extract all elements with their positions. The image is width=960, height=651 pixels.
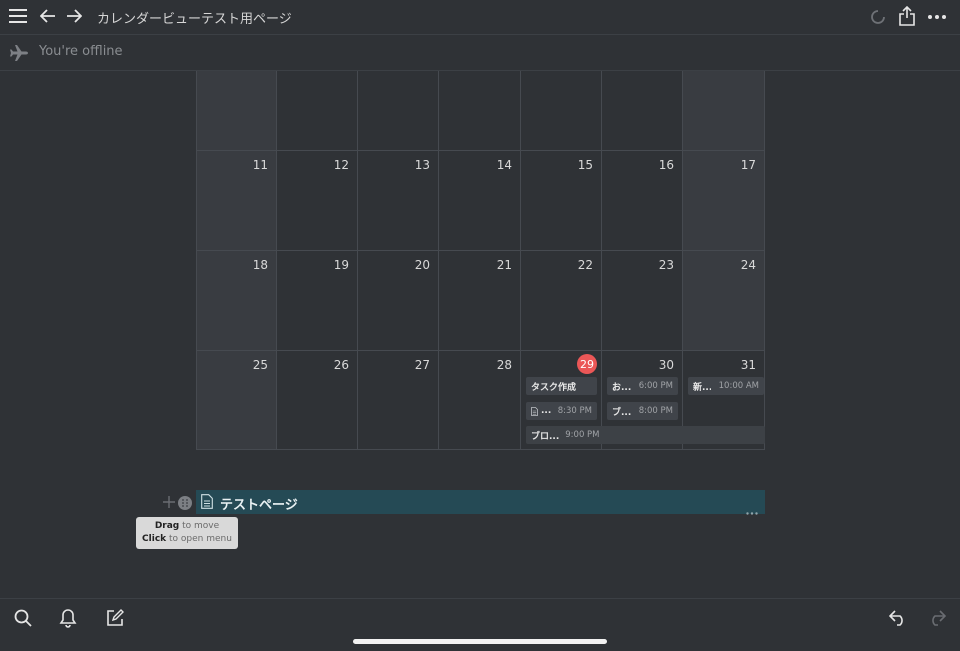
calendar-day-cell[interactable] (439, 71, 521, 151)
page-icon (201, 494, 213, 513)
event-time: 8:30 PM (557, 406, 592, 416)
calendar-day-cell[interactable]: 28 (439, 351, 521, 450)
calendar-day-cell[interactable] (277, 71, 358, 151)
day-number: 15 (577, 158, 593, 172)
calendar-day-cell[interactable] (602, 71, 683, 151)
calendar-event[interactable]: ブ... 8:00 PM (607, 402, 678, 420)
page-title: カレンダービューテスト用ページ (97, 12, 292, 27)
calendar-event[interactable]: 新... 10:00 AM (688, 377, 764, 395)
day-number: 25 (252, 358, 268, 372)
day-number: 30 (658, 358, 674, 372)
event-title: 新... (693, 382, 711, 393)
event-time: 9:00 PM (565, 430, 600, 440)
event-title: ブロ... (531, 431, 560, 442)
today-badge: 29 (577, 354, 597, 374)
compose-icon[interactable] (104, 607, 126, 629)
day-number: 28 (496, 358, 512, 372)
day-number: 12 (333, 158, 349, 172)
calendar-day-cell[interactable]: 21 (439, 251, 521, 351)
calendar-day-cell[interactable]: 12 (277, 151, 358, 251)
day-number: 23 (658, 258, 674, 272)
event-title: タスク作成 (531, 382, 577, 393)
calendar-day-cell[interactable]: 18 (196, 251, 277, 351)
spinner-icon (869, 8, 887, 26)
day-number: 16 (658, 158, 674, 172)
offline-banner: You're offline (0, 35, 960, 71)
hamburger-menu-icon[interactable] (8, 6, 28, 26)
calendar-day-cell[interactable]: 14 (439, 151, 521, 251)
calendar-day-cell[interactable] (196, 71, 277, 151)
home-indicator (353, 639, 607, 644)
calendar-day-cell[interactable]: 11 (196, 151, 277, 251)
day-number: 26 (333, 358, 349, 372)
calendar-day-cell[interactable]: 23 (602, 251, 683, 351)
tooltip-drag-label: Drag (154, 521, 180, 531)
calendar-event[interactable]: タスク作成 (526, 377, 597, 395)
airplane-icon (8, 43, 30, 63)
drag-handle-tooltip: Drag to move Click to open menu (136, 517, 238, 549)
calendar-event[interactable]: お... 6:00 PM (607, 377, 678, 395)
more-horizontal-icon[interactable] (746, 500, 758, 519)
event-time: 6:00 PM (638, 381, 673, 391)
tooltip-click-label: Click (142, 534, 167, 544)
day-number: 13 (414, 158, 430, 172)
page-link-title: テストページ (220, 498, 298, 513)
day-number: 20 (414, 258, 430, 272)
arrow-right-icon[interactable] (64, 6, 84, 26)
event-time: 10:00 AM (718, 381, 759, 391)
redo-icon[interactable] (926, 607, 948, 629)
calendar-day-cell[interactable]: 24 (683, 251, 765, 351)
search-icon[interactable] (12, 607, 34, 629)
day-number: 18 (252, 258, 268, 272)
calendar-day-cell[interactable]: 16 (602, 151, 683, 251)
undo-icon[interactable] (887, 607, 909, 629)
calendar-day-cell[interactable]: 19 (277, 251, 358, 351)
calendar-view: 11 12 13 14 15 16 17 18 19 20 21 22 23 2… (196, 71, 765, 450)
day-number: 21 (496, 258, 512, 272)
calendar-day-cell[interactable]: 25 (196, 351, 277, 450)
day-number: 31 (740, 358, 756, 372)
calendar-day-cell[interactable]: 20 (358, 251, 439, 351)
day-number: 14 (496, 158, 512, 172)
calendar-day-cell[interactable] (521, 71, 602, 151)
calendar-event-multiday[interactable]: ブロ... 9:00 PM (526, 426, 765, 444)
day-number: 24 (740, 258, 756, 272)
share-icon[interactable] (897, 5, 917, 27)
offline-status-text: You're offline (39, 44, 123, 59)
top-bar: カレンダービューテスト用ページ (0, 0, 960, 35)
event-title: ... (541, 406, 552, 416)
tooltip-drag-hint: to move (179, 521, 220, 531)
drag-handle-icon[interactable] (177, 495, 193, 511)
calendar-day-cell[interactable] (683, 71, 765, 151)
calendar-day-cell[interactable] (358, 71, 439, 151)
calendar-event[interactable]: ... 8:30 PM (526, 402, 597, 420)
calendar-day-cell[interactable]: 17 (683, 151, 765, 251)
calendar-day-cell[interactable]: 26 (277, 351, 358, 450)
calendar-day-cell[interactable]: 15 (521, 151, 602, 251)
page-icon (531, 406, 538, 416)
bell-icon[interactable] (57, 607, 79, 629)
day-number: 27 (414, 358, 430, 372)
event-title: お... (612, 382, 632, 393)
plus-icon[interactable] (162, 494, 176, 510)
day-number: 22 (577, 258, 593, 272)
calendar-day-cell[interactable]: 27 (358, 351, 439, 450)
day-number: 19 (333, 258, 349, 272)
more-horizontal-icon[interactable] (926, 8, 948, 26)
day-number: 11 (252, 158, 268, 172)
calendar-day-cell[interactable]: 13 (358, 151, 439, 251)
day-number: 17 (740, 158, 756, 172)
calendar-day-cell[interactable]: 22 (521, 251, 602, 351)
arrow-left-icon[interactable] (38, 6, 58, 26)
tooltip-click-hint: to open menu (166, 534, 232, 544)
event-title: ブ... (612, 407, 632, 418)
event-time: 8:00 PM (638, 406, 673, 416)
page-link-block[interactable]: テストページ (196, 490, 765, 515)
